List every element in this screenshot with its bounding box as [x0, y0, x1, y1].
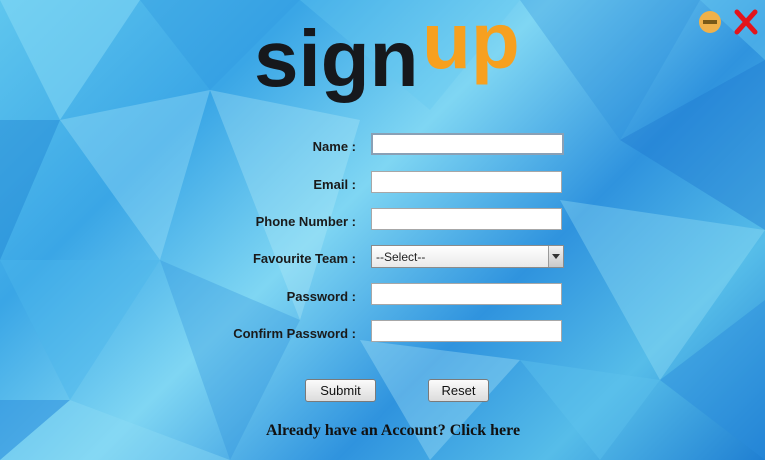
logo-text-sign: sign [254, 16, 418, 103]
name-label: Name : [312, 139, 356, 154]
favourite-team-label: Favourite Team : [252, 251, 356, 266]
password-field[interactable] [371, 283, 562, 305]
minimize-icon[interactable] [698, 10, 722, 34]
phone-number-label: Phone Number : [255, 214, 356, 229]
phone-number-field[interactable] [371, 208, 562, 230]
chevron-down-icon[interactable] [548, 246, 563, 267]
signup-window: sign up Name : Email : Phone Number : Fa… [0, 0, 765, 460]
confirm-password-field[interactable] [371, 320, 562, 342]
confirm-password-label: Confirm Password : [233, 326, 356, 341]
password-label: Password : [286, 289, 356, 304]
signup-logo: sign up [254, 16, 520, 103]
reset-button[interactable]: Reset [428, 379, 489, 402]
close-icon[interactable] [733, 8, 759, 36]
login-link[interactable]: Already have an Account? Click here [266, 422, 520, 440]
favourite-team-selected: --Select-- [376, 250, 426, 264]
logo-text-up: up [422, 16, 520, 85]
submit-button[interactable]: Submit [305, 379, 376, 402]
name-field[interactable] [371, 133, 564, 155]
email-field[interactable] [371, 171, 562, 193]
email-label: Email : [313, 177, 356, 192]
favourite-team-select[interactable]: --Select-- [371, 245, 564, 268]
